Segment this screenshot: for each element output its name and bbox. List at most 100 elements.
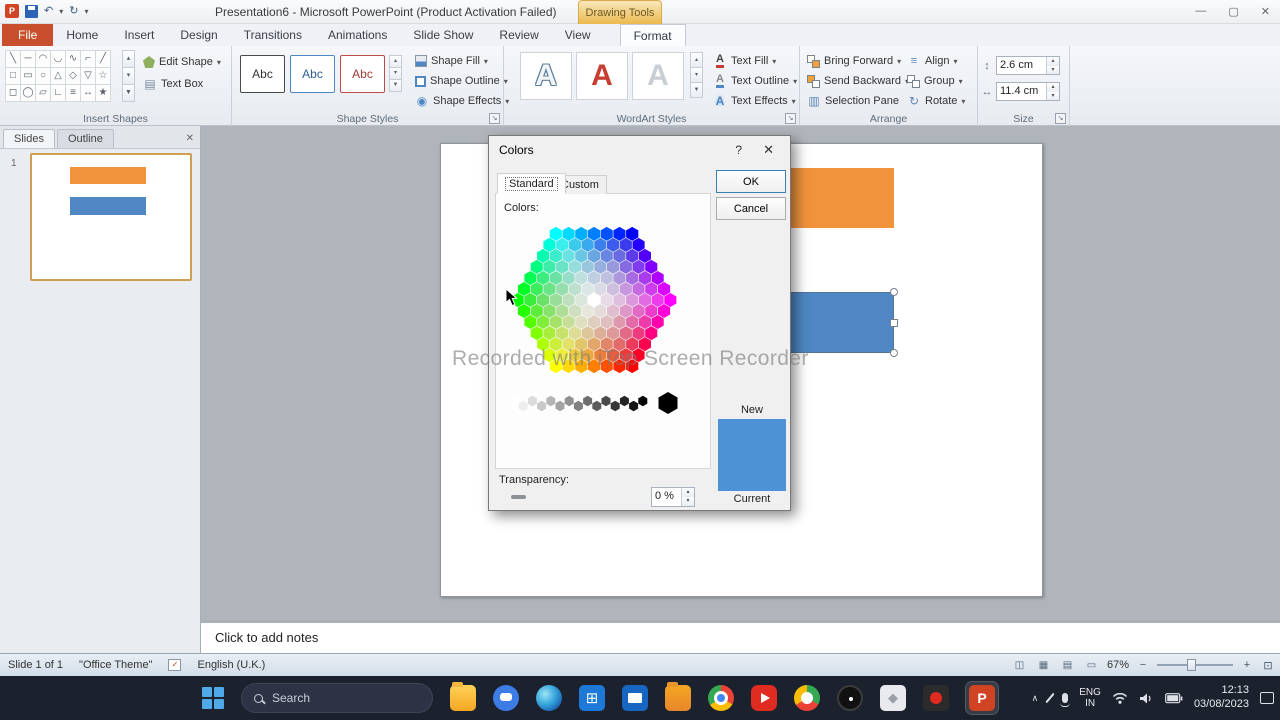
color-hex-cell[interactable]: [569, 260, 581, 274]
color-hex-cell[interactable]: [543, 326, 555, 340]
color-hex-cell[interactable]: [658, 304, 670, 318]
shape-gallery-item[interactable]: ◠: [35, 50, 51, 68]
shape-height-input[interactable]: 2.6 cm ▴▾: [996, 56, 1060, 75]
color-hex-cell[interactable]: [601, 227, 613, 241]
color-hex-cell[interactable]: [518, 282, 530, 296]
youtube-icon[interactable]: [751, 685, 777, 711]
color-hex-cell[interactable]: [519, 401, 528, 411]
align-button[interactable]: ≡ Align ▾: [904, 51, 968, 71]
pen-icon[interactable]: [1046, 693, 1055, 703]
color-hex-cell[interactable]: [639, 271, 651, 285]
bring-forward-button[interactable]: Bring Forward ▾: [804, 51, 912, 71]
save-icon[interactable]: [25, 5, 38, 18]
battery-icon[interactable]: [1165, 693, 1183, 704]
color-hex-cell[interactable]: [652, 315, 664, 329]
theme-name[interactable]: "Office Theme": [79, 659, 152, 671]
color-hex-cell[interactable]: [574, 401, 583, 411]
fit-to-window-button[interactable]: ⊡: [1261, 658, 1275, 672]
wordart-preset-1[interactable]: A: [520, 52, 572, 100]
color-hex-cell[interactable]: [652, 271, 664, 285]
color-hex-cell[interactable]: [582, 326, 594, 340]
color-hex-cell[interactable]: [645, 304, 657, 318]
color-hex-cell[interactable]: [626, 249, 638, 263]
clock-app-icon[interactable]: [837, 685, 863, 711]
color-hex-cell[interactable]: [613, 315, 625, 329]
gallery-more-button[interactable]: ▼: [690, 82, 703, 98]
color-hex-cell[interactable]: [524, 271, 536, 285]
color-hex-cell[interactable]: [611, 401, 620, 411]
selection-handle[interactable]: [890, 349, 898, 357]
color-hex-cell[interactable]: [546, 396, 555, 406]
clock[interactable]: 12:13 03/08/2023: [1194, 684, 1249, 712]
color-hex-cell[interactable]: [620, 396, 629, 406]
color-hex-cell[interactable]: [556, 304, 568, 318]
color-hex-cell[interactable]: [639, 249, 651, 263]
gallery-up-button[interactable]: ▴: [122, 50, 135, 68]
color-hex-cell[interactable]: [633, 282, 645, 296]
shape-gallery-item[interactable]: ○: [35, 67, 51, 85]
transparency-decrease-button[interactable]: ▾: [682, 497, 694, 506]
color-hex-cell[interactable]: [563, 271, 575, 285]
color-hex-cell[interactable]: [613, 249, 625, 263]
shape-fill-button[interactable]: Shape Fill ▾: [412, 51, 512, 71]
color-hex-cell[interactable]: [575, 227, 587, 241]
taskbar-search[interactable]: Search: [241, 683, 433, 713]
close-button[interactable]: ✕: [1261, 5, 1270, 18]
color-hex-cell[interactable]: [588, 271, 600, 285]
microphone-icon[interactable]: [1062, 693, 1068, 703]
color-hex-cell[interactable]: [629, 401, 638, 411]
standard-color-hexagon[interactable]: [498, 218, 710, 423]
color-hex-cell[interactable]: [537, 271, 549, 285]
shape-gallery-item[interactable]: □: [5, 67, 21, 85]
tab-home[interactable]: Home: [53, 24, 111, 46]
color-hex-cell[interactable]: [524, 315, 536, 329]
spelling-icon[interactable]: ✓: [168, 659, 181, 671]
gallery-down-button[interactable]: ▾: [122, 67, 135, 85]
color-hex-cell[interactable]: [575, 271, 587, 285]
color-hex-cell[interactable]: [613, 271, 625, 285]
color-hex-cell[interactable]: [594, 260, 606, 274]
transparency-slider[interactable]: [511, 495, 526, 499]
red-app-icon[interactable]: [923, 685, 949, 711]
color-hex-cell[interactable]: [524, 293, 536, 307]
slide-thumbnail[interactable]: [30, 153, 192, 281]
tab-outline[interactable]: Outline: [57, 129, 114, 148]
color-hex-cell[interactable]: [626, 271, 638, 285]
color-hex-cell[interactable]: [575, 249, 587, 263]
zoom-slider[interactable]: [1157, 658, 1233, 672]
color-hex-cell[interactable]: [588, 315, 600, 329]
color-hex-cell[interactable]: [563, 315, 575, 329]
color-hex-cell[interactable]: [569, 326, 581, 340]
zoom-in-button[interactable]: +: [1240, 658, 1254, 672]
color-hex-cell[interactable]: [601, 315, 613, 329]
size-dialog-launcher-icon[interactable]: ↘: [1055, 113, 1066, 124]
color-hex-cell[interactable]: [556, 260, 568, 274]
color-hex-cell[interactable]: [569, 282, 581, 296]
text-fill-button[interactable]: Text Fill ▾: [710, 51, 800, 71]
edit-shape-button[interactable]: Edit Shape ▾: [140, 52, 224, 72]
color-hex-cell[interactable]: [569, 304, 581, 318]
color-hex-cell[interactable]: [537, 293, 549, 307]
color-hex-cell[interactable]: [531, 326, 543, 340]
color-hex-cell[interactable]: [543, 238, 555, 252]
gallery-more-button[interactable]: ▼: [389, 79, 402, 92]
keyboard-language[interactable]: ENG IN: [1079, 687, 1101, 710]
color-hex-cell[interactable]: [638, 396, 647, 406]
text-effects-button[interactable]: Text Effects ▾: [710, 91, 800, 111]
color-hex-cell[interactable]: [607, 326, 619, 340]
color-hex-cell[interactable]: [531, 282, 543, 296]
color-hex-cell[interactable]: [645, 326, 657, 340]
color-hex-cell[interactable]: [620, 260, 632, 274]
shape-styles-dialog-launcher-icon[interactable]: ↘: [489, 113, 500, 124]
store-icon[interactable]: ⊞: [579, 685, 605, 711]
color-hex-cell[interactable]: [565, 396, 574, 406]
color-hex-cell[interactable]: [601, 249, 613, 263]
slideshow-view-button[interactable]: ▭: [1083, 657, 1100, 673]
dialog-close-button[interactable]: ✕: [763, 142, 774, 158]
edge-browser-icon[interactable]: [536, 685, 562, 711]
tab-animations[interactable]: Animations: [315, 24, 400, 46]
color-hex-cell[interactable]: [510, 396, 519, 406]
height-increase-button[interactable]: ▴: [1047, 57, 1059, 66]
undo-icon[interactable]: ↶: [44, 4, 53, 18]
color-hex-cell[interactable]: [537, 249, 549, 263]
